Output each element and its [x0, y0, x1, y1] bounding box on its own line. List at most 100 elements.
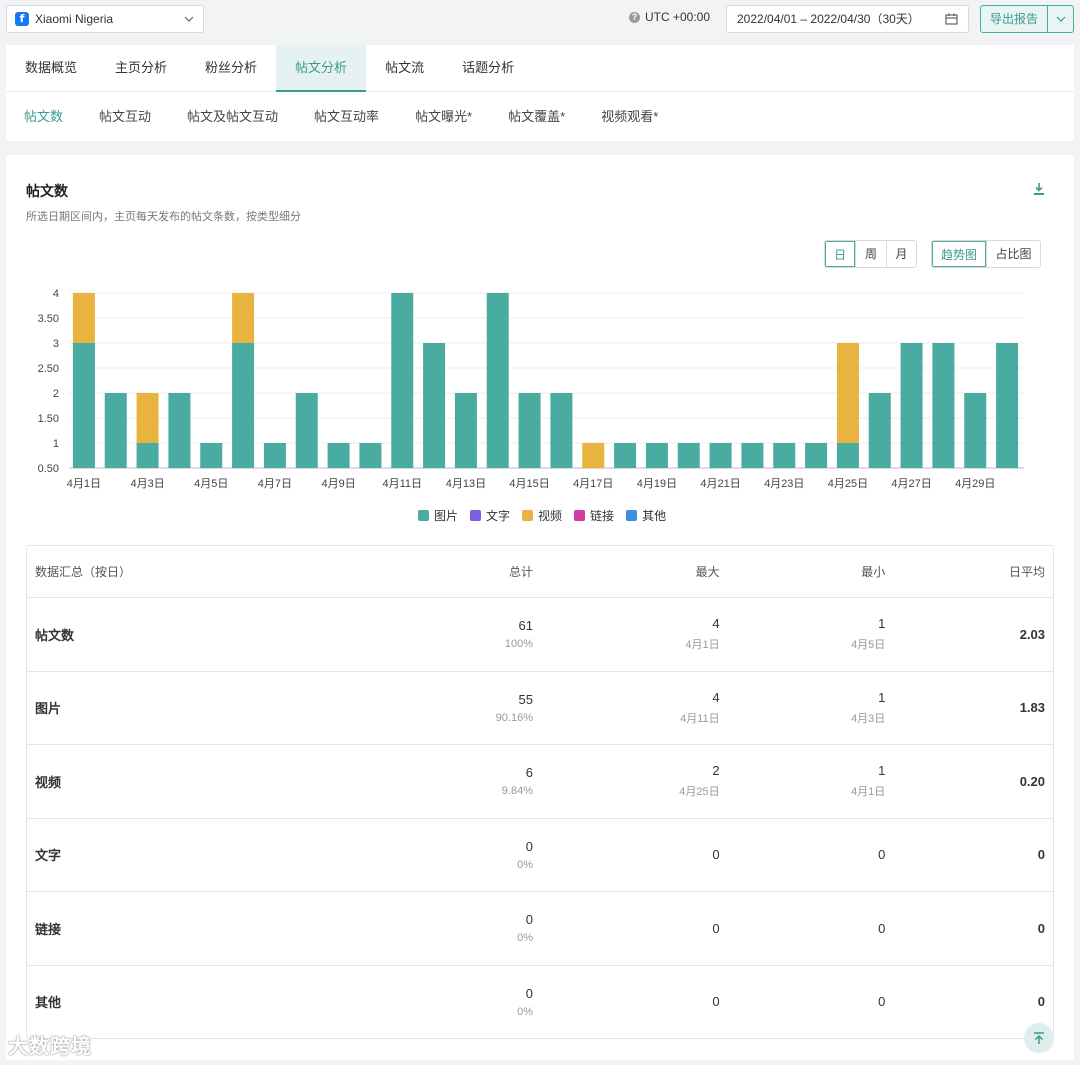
y-tick-label: 3.50: [38, 313, 59, 325]
bar-图片: [773, 443, 796, 468]
legend-item-2[interactable]: 视频: [522, 507, 562, 524]
view-mode-switch: 趋势图 占比图: [931, 240, 1041, 268]
page-selector-label: Xiaomi Nigeria: [35, 12, 114, 26]
table-cell: 0 0%: [386, 986, 541, 1018]
granularity-option-2[interactable]: 月: [885, 241, 916, 267]
bar-图片: [295, 393, 318, 468]
y-tick-label: 1.50: [38, 413, 59, 425]
bar-图片: [932, 343, 955, 468]
cell-sub: 0%: [517, 1005, 533, 1018]
row-name: 文字: [35, 848, 62, 864]
x-tick-label: 4月5日: [194, 478, 228, 490]
x-tick-label: 4月9日: [321, 478, 355, 490]
bar-视频: [232, 293, 255, 343]
bar-图片: [964, 393, 987, 468]
y-tick-label: 4: [53, 288, 59, 300]
bar-图片: [454, 393, 477, 468]
granularity-switch: 日周月: [824, 240, 917, 268]
top-bar: f Xiaomi Nigeria ? UTC +00:00 2022/04/01…: [0, 0, 1080, 44]
primary-tab-0[interactable]: 数据概览: [6, 45, 96, 92]
bar-图片: [868, 393, 891, 468]
secondary-tab-6[interactable]: 视频观看*: [583, 93, 676, 141]
table-cell: 0 0%: [386, 912, 541, 944]
table-cell: 0: [728, 847, 894, 862]
legend-label: 图片: [434, 509, 459, 523]
bar-图片: [104, 393, 127, 468]
export-report-button[interactable]: 导出报告: [980, 5, 1074, 33]
view-mode-option-0[interactable]: 趋势图: [932, 241, 987, 267]
bar-图片: [741, 443, 764, 468]
date-range-picker[interactable]: 2022/04/01 – 2022/04/30（30天）: [726, 5, 969, 33]
bar-视频: [836, 343, 859, 443]
export-dropdown-toggle[interactable]: [1048, 6, 1073, 32]
table-cell: 0: [893, 994, 1053, 1009]
bar-视频: [582, 443, 605, 468]
x-tick-label: 4月15日: [509, 478, 549, 490]
legend-swatch: [522, 510, 534, 521]
primary-tab-1[interactable]: 主页分析: [96, 45, 186, 92]
table-row: 链接 0 0% 0 0 0: [27, 891, 1053, 965]
primary-tab-3[interactable]: 帖文分析: [276, 45, 367, 92]
legend-item-4[interactable]: 其他: [626, 507, 666, 524]
cell-value: 4: [712, 616, 720, 632]
secondary-tab-3[interactable]: 帖文互动率: [296, 93, 397, 141]
bar-图片: [614, 443, 637, 468]
calendar-icon: [945, 13, 958, 25]
bar-图片: [327, 443, 350, 468]
x-tick-label: 4月7日: [258, 478, 292, 490]
x-tick-label: 4月1日: [67, 478, 101, 490]
cell-value: 0: [525, 838, 533, 854]
cell-value: 0: [1037, 994, 1045, 1010]
primary-tab-2[interactable]: 粉丝分析: [186, 45, 276, 92]
table-header-cell: 总计: [508, 565, 533, 579]
cell-value: 1.83: [1019, 700, 1045, 716]
row-name: 帖文数: [35, 627, 75, 643]
legend-item-1[interactable]: 文字: [470, 507, 510, 524]
legend-item-3[interactable]: 链接: [574, 507, 614, 524]
bar-视频: [136, 393, 159, 443]
table-header-cell: 最大: [695, 565, 720, 579]
cell-sub: 4月11日: [680, 712, 720, 725]
secondary-tab-4[interactable]: 帖文曝光*: [397, 93, 490, 141]
cell-sub: 4月1日: [851, 786, 886, 799]
legend-item-0[interactable]: 图片: [418, 507, 458, 524]
y-tick-label: 2: [53, 388, 59, 400]
x-tick-label: 4月13日: [446, 478, 486, 490]
post-count-chart: 0.50 1 1.50 2 2.50 3 3.50 4 4月1日 4月3日 4月5日 4月7日 4月9日…: [38, 288, 1024, 490]
table-cell: 0: [541, 847, 728, 862]
table-row: 帖文数 61 100% 4 4月1日 1 4月5日 2.03: [27, 597, 1053, 671]
back-to-top-button[interactable]: [1024, 1023, 1054, 1053]
cell-value: 61: [518, 618, 533, 634]
cell-value: 0: [878, 920, 886, 936]
granularity-option-1[interactable]: 周: [855, 241, 885, 267]
legend-label: 链接: [590, 509, 615, 523]
table-cell: 0: [541, 921, 728, 936]
primary-tab-4[interactable]: 帖文流: [366, 45, 443, 92]
row-name: 其他: [35, 995, 62, 1011]
secondary-tab-2[interactable]: 帖文及帖文互动: [169, 93, 296, 141]
table-cell: 1.83: [893, 700, 1053, 715]
secondary-tab-5[interactable]: 帖文覆盖*: [490, 93, 583, 141]
cell-sub: 0%: [517, 932, 533, 945]
download-icon[interactable]: [1032, 182, 1046, 196]
chevron-down-icon: [184, 16, 194, 22]
table-cell: 1 4月5日: [728, 616, 894, 652]
legend-label: 文字: [486, 509, 511, 523]
cell-value: 6: [525, 765, 533, 781]
view-mode-option-1[interactable]: 占比图: [986, 241, 1040, 267]
row-name: 链接: [35, 921, 62, 937]
table-row: 文字 0 0% 0 0 0: [27, 817, 1053, 892]
x-tick-label: 4月29日: [955, 478, 995, 490]
bar-图片: [359, 443, 382, 468]
primary-tab-5[interactable]: 话题分析: [443, 45, 533, 92]
page-selector[interactable]: f Xiaomi Nigeria: [6, 5, 204, 33]
cell-value: 0: [878, 994, 886, 1010]
secondary-tab-0[interactable]: 帖文数: [6, 93, 81, 141]
secondary-tab-1[interactable]: 帖文互动: [81, 93, 169, 141]
granularity-option-0[interactable]: 日: [825, 241, 856, 267]
table-cell: 2 4月25日: [541, 763, 728, 799]
help-icon[interactable]: ?: [629, 11, 640, 23]
bar-图片: [486, 293, 509, 468]
table-header-cell: 最小: [861, 565, 886, 579]
bar-图片: [900, 343, 923, 468]
